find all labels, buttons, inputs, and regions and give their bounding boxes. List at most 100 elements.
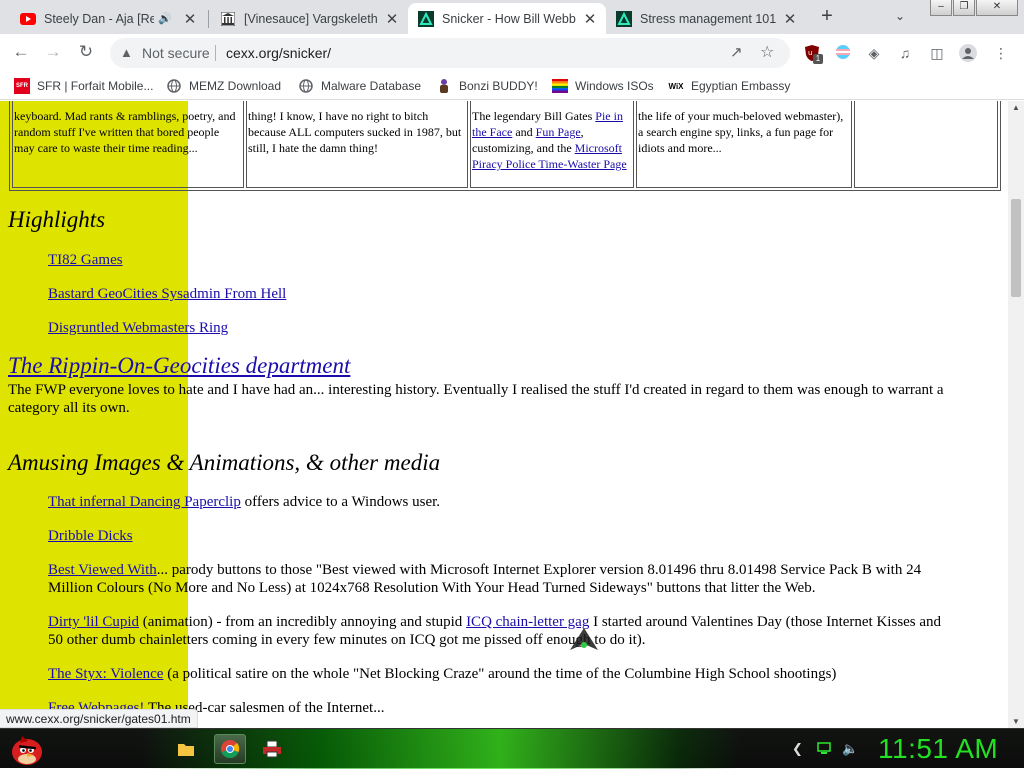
media-queue-icon[interactable]: ♫ [896, 44, 914, 62]
audio-playing-icon[interactable]: 🔊 [158, 12, 172, 25]
close-tab-icon[interactable]: ✕ [182, 10, 198, 28]
dribble-dicks-link[interactable]: Dribble Dicks [48, 528, 133, 544]
show-hidden-icons-icon[interactable]: ❮ [792, 741, 803, 757]
warning-icon[interactable]: ▲ [120, 45, 133, 60]
side-panel-icon[interactable]: ◫ [928, 44, 946, 62]
bookmark-label: Egyptian Embassy [691, 79, 791, 93]
tab-title: Stress management 101 - [640, 11, 776, 26]
list-item: Dribble Dicks [48, 527, 968, 545]
cell-text: and [512, 125, 536, 139]
tab-stress-management[interactable]: Stress management 101 - ✕ [606, 3, 806, 34]
ublock-extension-icon[interactable]: u 1 [803, 44, 823, 64]
bastard-geocities-link[interactable]: Bastard GeoCities Sysadmin From Hell [48, 286, 286, 302]
styx-violence-link[interactable]: The Styx: Violence [48, 666, 163, 682]
bookmark-sfr[interactable]: SFR SFR | Forfait Mobile... [14, 77, 153, 95]
tab-strip: Steely Dan - Aja [Rem 🔊 ✕ [Vinesauce] Va… [0, 0, 1024, 34]
bookmarks-bar: SFR SFR | Forfait Mobile... MEMZ Downloa… [0, 72, 1024, 100]
browser-toolbar: ← → ↻ ▲ Not secure cexx.org/snicker/ ↗ ☆… [0, 34, 1024, 72]
dancing-paperclip-link[interactable]: That infernal Dancing Paperclip [48, 494, 241, 510]
profile-avatar-icon[interactable] [959, 44, 977, 62]
tab-steely-dan[interactable]: Steely Dan - Aja [Rem 🔊 ✕ [10, 3, 206, 34]
bookmark-egyptian-embassy[interactable]: WiX Egyptian Embassy [668, 77, 790, 95]
item-text: (a political satire on the whole "Net Bl… [163, 666, 837, 682]
scroll-up-arrow-icon[interactable]: ▲ [1012, 103, 1020, 112]
dirty-lil-cupid-link[interactable]: Dirty 'lil Cupid [48, 614, 139, 630]
bookmark-malware-database[interactable]: Malware Database [298, 77, 421, 95]
table-cell: the life of your much-beloved webmaster)… [636, 101, 852, 188]
rainbow-flag-icon [552, 78, 568, 94]
forward-button[interactable]: → [41, 41, 65, 65]
bookmark-label: MEMZ Download [189, 79, 282, 93]
taskbar: ❮ 🔈 11:51 AM [0, 728, 1024, 769]
bookmark-label: SFR | Forfait Mobile... [37, 79, 154, 93]
item-text: (animation) - from an incredibly annoyin… [139, 614, 467, 630]
ti82-games-link[interactable]: TI82 Games [48, 252, 123, 268]
url-text[interactable]: cexx.org/snicker/ [226, 45, 331, 61]
printer-icon[interactable] [256, 734, 288, 764]
status-bar-url: www.cexx.org/snicker/gates01.htm [0, 709, 198, 728]
rippin-description: The FWP everyone loves to hate and I hav… [8, 382, 944, 416]
tab-snicker[interactable]: Snicker - How Bill Webb ✕ [408, 3, 606, 34]
close-window-button[interactable]: ✕ [976, 0, 1018, 16]
bookmark-bonzi-buddy[interactable]: Bonzi BUDDY! [436, 77, 538, 95]
tab-title: Snicker - How Bill Webb [442, 11, 576, 26]
reload-button[interactable]: ↻ [74, 41, 98, 65]
more-menu-icon[interactable]: ⋮ [992, 44, 1010, 62]
tab-search-chevron-icon[interactable]: ⌄ [895, 9, 905, 23]
extensions-puzzle-icon[interactable]: ◈ [865, 44, 883, 62]
bookmark-windows-isos[interactable]: Windows ISOs [552, 77, 654, 95]
chrome-icon[interactable] [214, 734, 246, 764]
snicker-favicon-icon [418, 10, 434, 27]
network-icon[interactable] [817, 741, 831, 758]
table-cell [854, 101, 998, 188]
item-text: offers advice to a Windows user. [240, 494, 441, 510]
bookmark-star-icon[interactable]: ☆ [760, 42, 774, 62]
globe-icon [298, 78, 314, 94]
table-cell: The legendary Bill Gates Pie in the Face… [470, 101, 634, 188]
close-tab-icon[interactable]: ✕ [582, 10, 598, 28]
list-item: Dirty 'lil Cupid (animation) - from an i… [48, 613, 948, 649]
extension-badge: 1 [813, 54, 823, 64]
best-viewed-with-link[interactable]: Best Viewed With [48, 562, 157, 578]
security-status[interactable]: Not secure [142, 45, 210, 61]
start-button-angry-bird-icon[interactable] [8, 731, 46, 767]
cell-text: thing! I know, I have no right to bitch … [248, 109, 462, 155]
fun-page-link[interactable]: Fun Page [536, 125, 581, 139]
disgruntled-webmasters-link[interactable]: Disgruntled Webmasters Ring [48, 320, 228, 336]
amusing-images-heading: Amusing Images & Animations, & other med… [8, 450, 441, 475]
mouse-cursor-icon [570, 628, 598, 657]
sfr-icon: SFR [14, 78, 30, 94]
tab-title: [Vinesauce] Vargskelethor [244, 11, 378, 26]
youtube-icon [20, 11, 36, 27]
close-tab-icon[interactable]: ✕ [782, 10, 798, 28]
cell-text: the life of your much-beloved webmaster)… [638, 109, 844, 155]
close-tab-icon[interactable]: ✕ [384, 10, 400, 28]
rippin-on-geocities-link[interactable]: The Rippin-On-Geocities department [8, 353, 350, 378]
address-bar[interactable]: ▲ Not secure cexx.org/snicker/ ↗ ☆ [110, 38, 790, 68]
bank-icon [220, 11, 236, 27]
tab-vinesauce[interactable]: [Vinesauce] Vargskelethor ✕ [210, 3, 408, 34]
pride-extension-icon[interactable] [834, 44, 852, 62]
bookmark-label: Windows ISOs [575, 79, 654, 93]
minimize-window-button[interactable]: – [930, 0, 952, 16]
new-tab-button[interactable]: + [815, 6, 839, 28]
bookmark-label: Malware Database [321, 79, 422, 93]
tab-title: Steely Dan - Aja [Rem [44, 11, 155, 26]
scroll-down-arrow-icon[interactable]: ▼ [1012, 717, 1020, 726]
taskbar-clock[interactable]: 11:51 AM [878, 733, 998, 765]
bonzi-icon [436, 78, 452, 94]
bookmark-memz[interactable]: MEMZ Download [166, 77, 281, 95]
wix-icon: WiX [668, 81, 684, 91]
svg-text:u: u [808, 49, 812, 57]
back-button[interactable]: ← [9, 41, 33, 65]
file-explorer-icon[interactable] [170, 734, 202, 764]
bookmark-label: Bonzi BUDDY! [459, 79, 538, 93]
highlights-heading: Highlights [8, 207, 106, 232]
list-item: Best Viewed With... parody buttons to th… [48, 561, 968, 597]
restore-window-button[interactable]: ❐ [953, 0, 975, 16]
share-icon[interactable]: ↗ [730, 43, 743, 61]
volume-icon[interactable]: 🔈 [842, 741, 858, 757]
vertical-scrollbar[interactable]: ▲ ▼ [1008, 101, 1024, 728]
scrollbar-thumb[interactable] [1011, 199, 1021, 297]
table-cell: thing! I know, I have no right to bitch … [246, 101, 468, 188]
